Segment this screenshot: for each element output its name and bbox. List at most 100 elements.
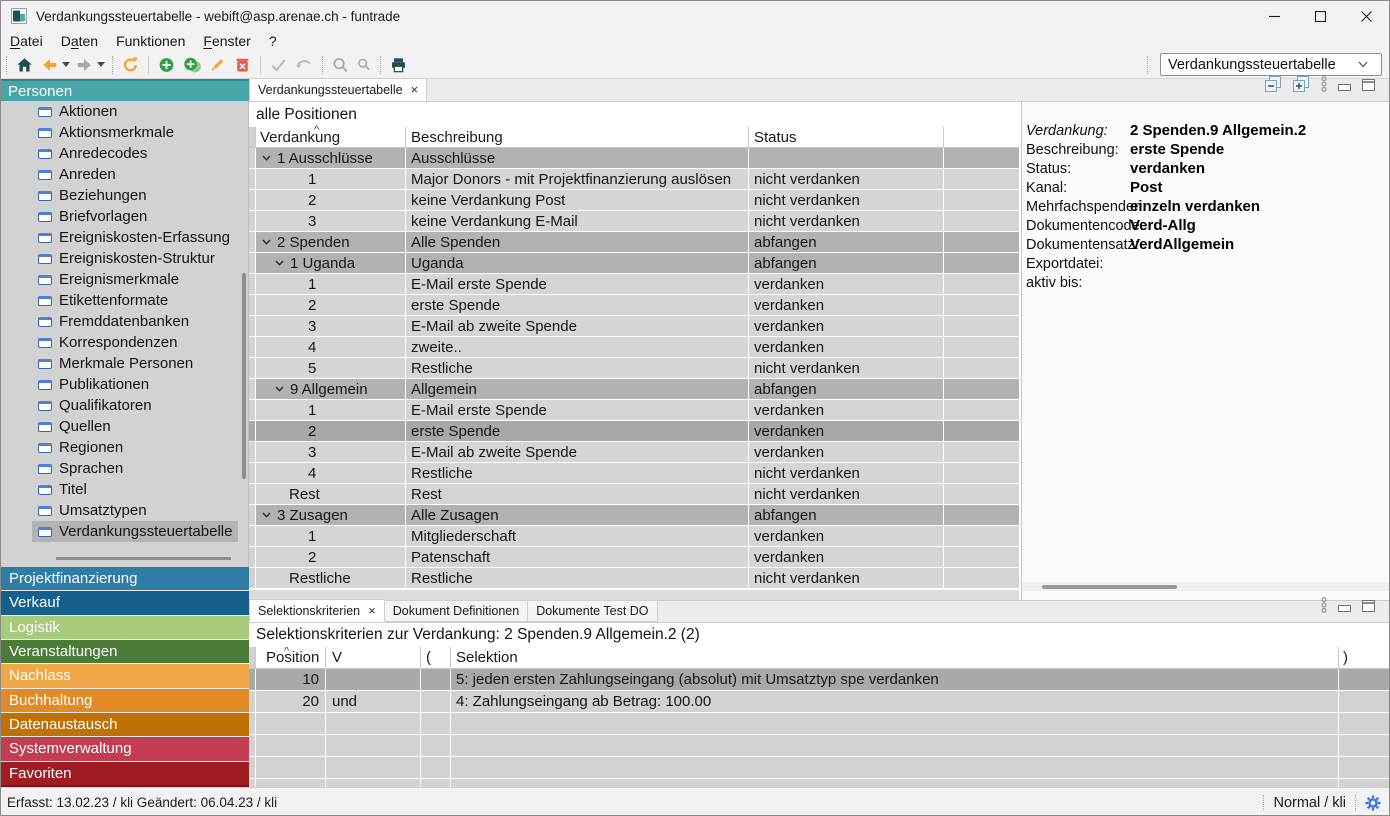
forward-icon[interactable] bbox=[72, 53, 97, 77]
category-buchhaltung[interactable]: Buchhaltung bbox=[1, 689, 249, 713]
back-history-chevron-icon[interactable] bbox=[62, 62, 72, 68]
category-veranstaltungen[interactable]: Veranstaltungen bbox=[1, 640, 249, 664]
tab-close-icon[interactable]: × bbox=[411, 85, 419, 95]
table-row[interactable]: 1 AusschlüsseAusschlüsse bbox=[249, 148, 1019, 169]
table-row[interactable]: 2erste Spendeverdanken bbox=[249, 421, 1019, 442]
expanded-chevron-icon[interactable] bbox=[262, 239, 271, 245]
panel-menu-kebab-icon[interactable] bbox=[1321, 597, 1327, 618]
tree-item-umsatztypen[interactable]: Umsatztypen bbox=[32, 500, 238, 521]
sidebar-header-personen[interactable]: Personen bbox=[1, 79, 249, 101]
tab-dokument-definitionen[interactable]: Dokument Definitionen bbox=[385, 600, 528, 622]
menu-item-help[interactable]: ? bbox=[260, 33, 286, 49]
expanded-chevron-icon[interactable] bbox=[262, 155, 271, 161]
print-icon[interactable] bbox=[386, 53, 411, 77]
home-icon[interactable] bbox=[12, 53, 37, 77]
table-row[interactable]: RestRestnicht verdanken bbox=[249, 484, 1019, 505]
category-logistik[interactable]: Logistik bbox=[1, 616, 249, 640]
column-header-close-paren[interactable]: ) bbox=[1339, 647, 1390, 668]
collapse-all-icon[interactable] bbox=[1265, 76, 1282, 97]
criteria-row[interactable] bbox=[249, 757, 1390, 779]
menu-item-fenster[interactable]: Fenster bbox=[194, 33, 259, 49]
table-row[interactable]: 3E-Mail ab zweite Spendeverdanken bbox=[249, 442, 1019, 463]
expanded-chevron-icon[interactable] bbox=[262, 512, 271, 518]
table-row[interactable]: 2Patenschaftverdanken bbox=[249, 547, 1019, 568]
tree-item-sprachen[interactable]: Sprachen bbox=[32, 458, 238, 479]
table-row[interactable]: 4Restlichenicht verdanken bbox=[249, 463, 1019, 484]
expanded-chevron-icon[interactable] bbox=[275, 260, 284, 266]
panel-minimize-icon[interactable] bbox=[1338, 599, 1351, 617]
tree-item-verdankungssteuertabelle[interactable]: Verdankungssteuertabelle bbox=[32, 521, 238, 542]
menu-item-daten[interactable]: Daten bbox=[52, 33, 107, 49]
category-nachlass[interactable]: Nachlass bbox=[1, 664, 249, 688]
category-datenaustausch[interactable]: Datenaustausch bbox=[1, 713, 249, 737]
expand-all-icon[interactable] bbox=[1293, 76, 1310, 97]
tree-item-quellen[interactable]: Quellen bbox=[32, 416, 238, 437]
add-copy-icon[interactable] bbox=[179, 53, 205, 77]
tab-selektionskriterien[interactable]: Selektionskriterien× bbox=[249, 599, 385, 622]
tab-dokumente-test-do[interactable]: Dokumente Test DO bbox=[528, 600, 657, 622]
table-row[interactable]: 9 AllgemeinAllgemeinabfangen bbox=[249, 379, 1019, 400]
column-header-v[interactable]: V bbox=[326, 647, 421, 668]
panel-menu-kebab-icon[interactable] bbox=[1321, 76, 1327, 97]
tree-item-ereignismerkmale[interactable]: Ereignismerkmale bbox=[32, 269, 238, 290]
category-verkauf[interactable]: Verkauf bbox=[1, 591, 249, 615]
column-header-status[interactable]: Status bbox=[749, 127, 944, 147]
table-row[interactable]: 2 SpendenAlle Spendenabfangen bbox=[249, 232, 1019, 253]
tree-item-fremddatenbanken[interactable]: Fremddatenbanken bbox=[32, 311, 238, 332]
criteria-row[interactable] bbox=[249, 713, 1390, 735]
tree-item-regionen[interactable]: Regionen bbox=[32, 437, 238, 458]
menu-item-funktionen[interactable]: Funktionen bbox=[107, 33, 194, 49]
column-header-beschreibung[interactable]: Beschreibung bbox=[406, 127, 749, 147]
zoom-icon[interactable] bbox=[353, 53, 375, 77]
column-header-open-paren[interactable]: ( bbox=[421, 647, 451, 668]
tree-item-etikettenformate[interactable]: Etikettenformate bbox=[32, 290, 238, 311]
tree-item-anredecodes[interactable]: Anredecodes bbox=[32, 143, 238, 164]
table-row[interactable]: 1E-Mail erste Spendeverdanken bbox=[249, 274, 1019, 295]
table-row[interactable]: 1E-Mail erste Spendeverdanken bbox=[249, 400, 1019, 421]
tree-item-korrespondenzen[interactable]: Korrespondenzen bbox=[32, 332, 238, 353]
settings-gear-icon[interactable] bbox=[1365, 795, 1381, 811]
column-header-position[interactable]: Position^ bbox=[256, 647, 326, 668]
tab-close-icon[interactable]: × bbox=[368, 606, 376, 616]
table-row[interactable]: 3 ZusagenAlle Zusagenabfangen bbox=[249, 505, 1019, 526]
criteria-row[interactable]: 105: jeden ersten Zahlungseingang (absol… bbox=[249, 669, 1390, 691]
table-row[interactable]: RestlicheRestlichenicht verdanken bbox=[249, 568, 1019, 589]
back-icon[interactable] bbox=[37, 53, 62, 77]
tree-item-anreden[interactable]: Anreden bbox=[32, 164, 238, 185]
expanded-chevron-icon[interactable] bbox=[275, 386, 284, 392]
table-row[interactable]: 1Major Donors - mit Projektfinanzierung … bbox=[249, 169, 1019, 190]
criteria-row[interactable] bbox=[249, 735, 1390, 757]
tree-item-briefvorlagen[interactable]: Briefvorlagen bbox=[32, 206, 238, 227]
tree-item-aktionen[interactable]: Aktionen bbox=[32, 101, 238, 122]
tree-item-beziehungen[interactable]: Beziehungen bbox=[32, 185, 238, 206]
table-row[interactable]: 3E-Mail ab zweite Spendeverdanken bbox=[249, 316, 1019, 337]
edit-pencil-icon[interactable] bbox=[205, 53, 230, 77]
table-row[interactable]: 2erste Spendeverdanken bbox=[249, 295, 1019, 316]
column-header-selektion[interactable]: Selektion bbox=[451, 647, 1339, 668]
table-row[interactable]: 5Restlichenicht verdanken bbox=[249, 358, 1019, 379]
panel-maximize-icon[interactable] bbox=[1362, 599, 1375, 617]
category-projektfinanzierung[interactable]: Projektfinanzierung bbox=[1, 567, 249, 591]
tab-verdankungssteuertabelle[interactable]: Verdankungssteuertabelle × bbox=[249, 78, 427, 101]
menu-item-datei[interactable]: Datei bbox=[1, 33, 52, 49]
confirm-check-icon[interactable] bbox=[266, 53, 291, 77]
tree-item-titel[interactable]: Titel bbox=[32, 479, 238, 500]
window-close-icon[interactable] bbox=[1343, 1, 1389, 31]
tree-item-publikationen[interactable]: Publikationen bbox=[32, 374, 238, 395]
tree-item-qualifikatoren[interactable]: Qualifikatoren bbox=[32, 395, 238, 416]
tree-vertical-scrollbar[interactable] bbox=[242, 273, 246, 479]
table-row[interactable]: 2keine Verdankung Postnicht verdanken bbox=[249, 190, 1019, 211]
table-row[interactable]: 4zweite..verdanken bbox=[249, 337, 1019, 358]
add-icon[interactable] bbox=[154, 53, 179, 77]
window-maximize-icon[interactable] bbox=[1297, 1, 1343, 31]
details-horizontal-scrollbar[interactable] bbox=[1022, 582, 1390, 591]
tree-horizontal-scrollbar[interactable] bbox=[56, 557, 231, 560]
window-minimize-icon[interactable] bbox=[1251, 1, 1297, 31]
tree-item-aktionsmerkmale[interactable]: Aktionsmerkmale bbox=[32, 122, 238, 143]
column-header-verdankung[interactable]: Verdankung^ bbox=[256, 127, 406, 147]
panel-minimize-icon[interactable] bbox=[1338, 78, 1351, 96]
tree-item-ereigniskosten-struktur[interactable]: Ereigniskosten-Struktur bbox=[32, 248, 238, 269]
workspace-combobox[interactable]: Verdankungssteuertabelle bbox=[1160, 53, 1382, 76]
category-favoriten[interactable]: Favoriten bbox=[1, 762, 249, 787]
undo-icon[interactable] bbox=[291, 53, 317, 77]
